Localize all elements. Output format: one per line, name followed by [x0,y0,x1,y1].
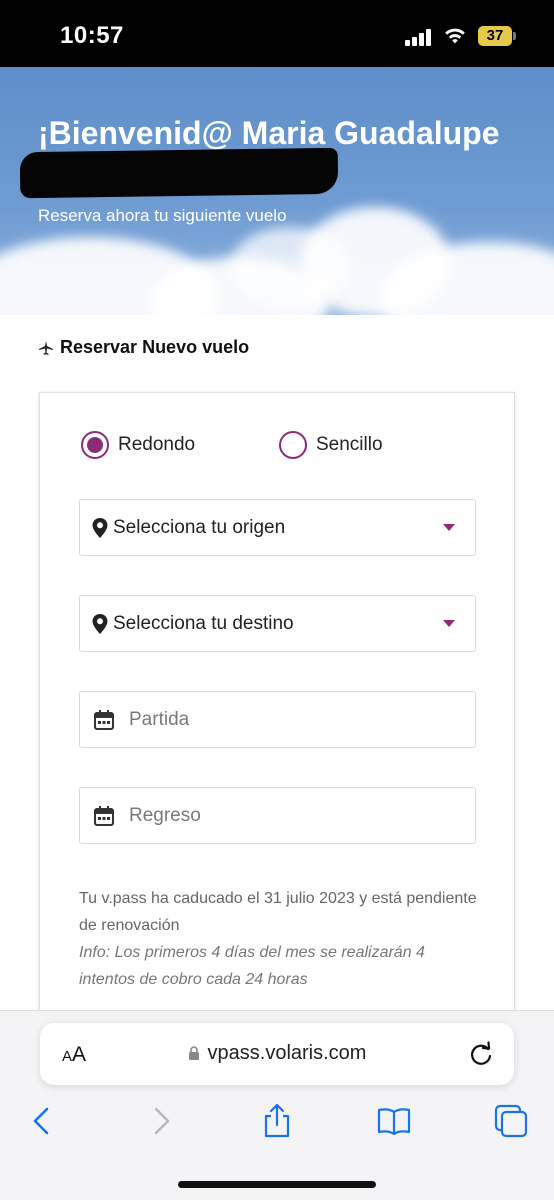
redacted-block [19,147,339,199]
bookmarks-icon[interactable] [376,1103,412,1139]
vpass-notice: Tu v.pass ha caducado el 31 julio 2023 y… [79,885,479,993]
browser-toolbar: AA vpass.volaris.com [0,1010,554,1200]
address-bar[interactable]: AA vpass.volaris.com [40,1023,514,1085]
url-text: vpass.volaris.com [207,1042,367,1064]
radio-round-trip[interactable] [81,431,109,459]
chevron-down-icon [443,524,455,531]
battery-level: 37 [478,26,512,46]
departure-date-field[interactable]: Partida [79,691,476,748]
departure-date-placeholder: Partida [129,708,190,730]
return-date-field[interactable]: Regreso [79,787,476,844]
radio-round-trip-label: Redondo [118,434,196,455]
vpass-expired-text: Tu v.pass ha caducado el 31 julio 2023 y… [79,890,477,934]
back-arrow-icon[interactable] [24,1103,60,1139]
origin-select[interactable]: Selecciona tu origen [79,499,476,556]
vpass-info-text: Info: Los primeros 4 días del mes se rea… [79,944,425,988]
lock-icon [188,1046,199,1060]
wifi-icon [445,28,465,44]
share-icon[interactable] [259,1103,295,1139]
chevron-down-icon [443,620,455,627]
cellular-signal-icon [405,28,435,46]
trip-type-oneway[interactable]: Sencillo [279,431,383,459]
radio-one-way[interactable] [279,431,307,459]
section-title: Reservar Nuevo vuelo [38,337,249,358]
welcome-title: ¡Bienvenid@ Maria Guadalupe [38,115,500,151]
forward-arrow-icon[interactable] [143,1103,179,1139]
welcome-banner: ¡Bienvenid@ Maria Guadalupe Reserva ahor… [0,67,554,315]
plane-icon [39,340,53,355]
welcome-subtitle: Reserva ahora tu siguiente vuelo [38,206,287,225]
destination-select[interactable]: Selecciona tu destino [79,595,476,652]
reload-icon[interactable] [468,1041,494,1067]
home-indicator [178,1181,376,1188]
location-pin-icon [92,517,108,538]
booking-card: Redondo Sencillo Selecciona tu origen Se… [39,392,515,1022]
trip-type-round[interactable]: Redondo [81,431,195,459]
calendar-icon [94,805,114,826]
destination-select-label: Selecciona tu destino [113,612,294,634]
status-bar: 10:57 37 [0,0,554,67]
tabs-icon[interactable] [493,1103,529,1139]
calendar-icon [94,709,114,730]
radio-one-way-label: Sencillo [316,434,383,455]
battery-icon: 37 [478,26,516,46]
location-pin-icon [92,613,108,634]
url-display[interactable]: vpass.volaris.com [40,1042,514,1065]
section-title-label: Reservar Nuevo vuelo [60,337,250,357]
return-date-placeholder: Regreso [129,804,201,826]
status-time: 10:57 [60,22,124,49]
origin-select-label: Selecciona tu origen [113,516,286,538]
